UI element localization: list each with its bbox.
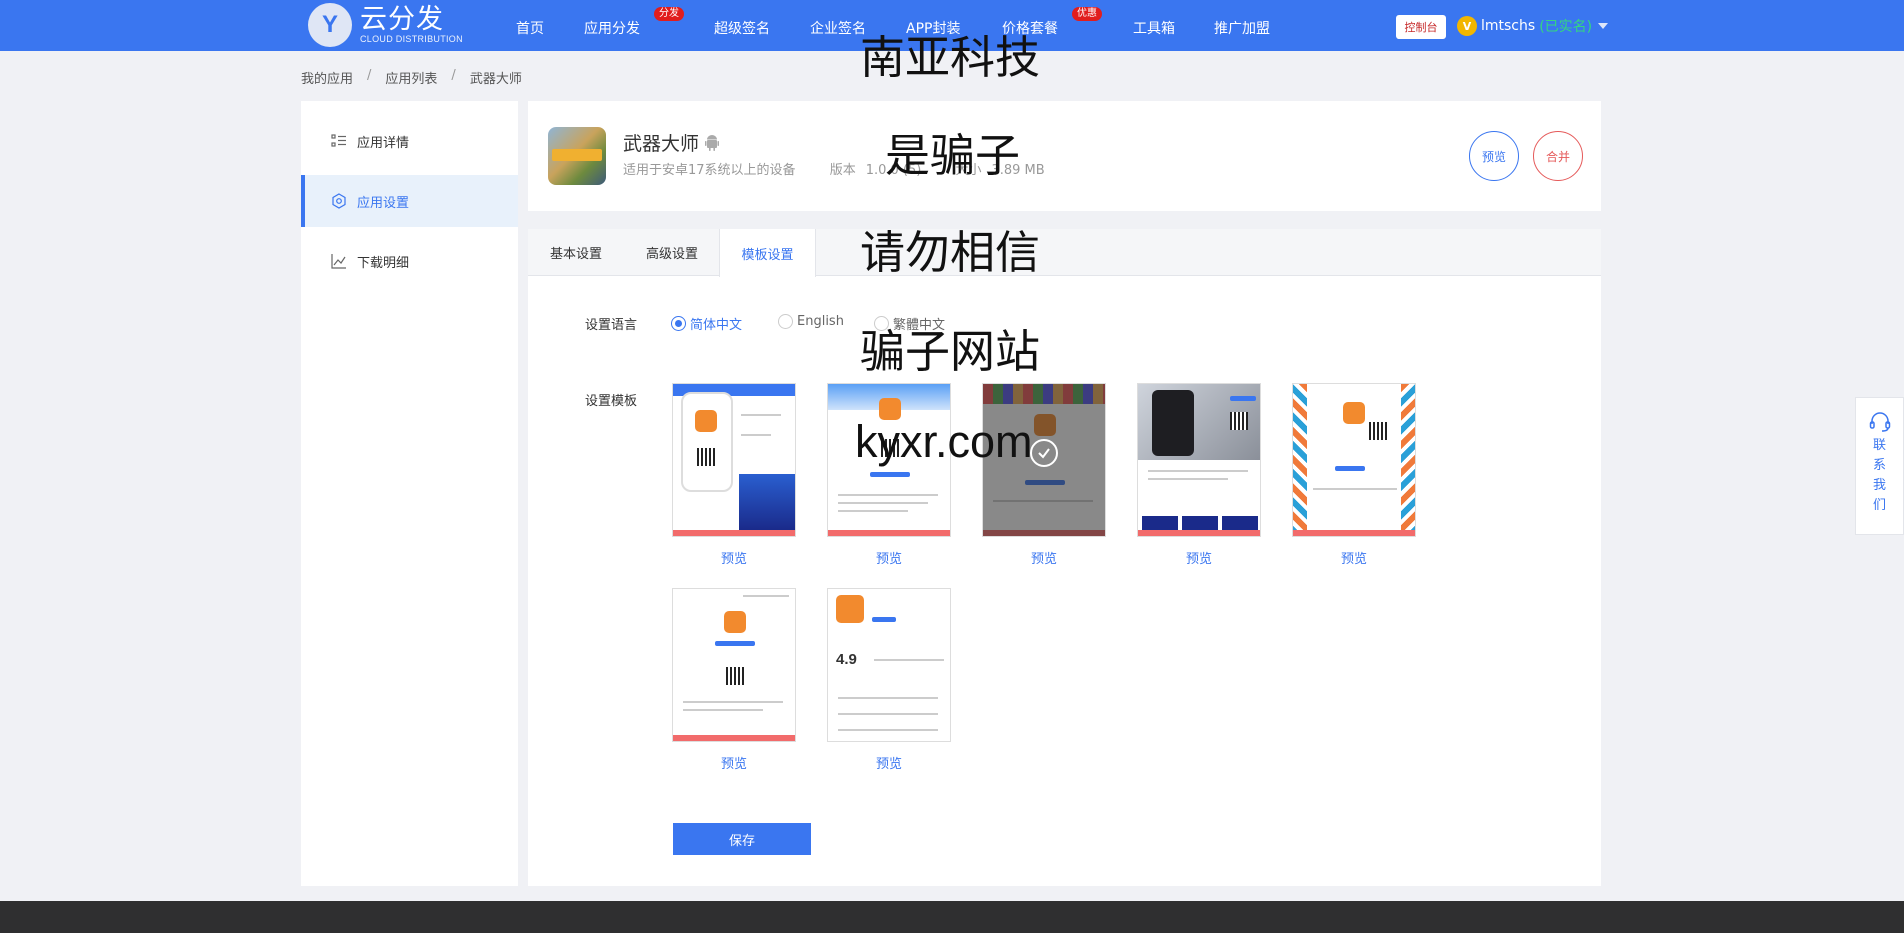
breadcrumb-app-list[interactable]: 应用列表 [385, 68, 437, 87]
radio-simplified-chinese[interactable]: 简体中文 [671, 314, 742, 333]
logo[interactable]: Y 云分发 CLOUD DISTRIBUTION [308, 2, 463, 48]
logo-subtitle: CLOUD DISTRIBUTION [360, 34, 463, 44]
template-preview-link-1[interactable]: 预览 [672, 548, 796, 567]
template-label: 设置模板 [585, 394, 638, 409]
headset-icon [1869, 412, 1890, 432]
watermark-line-3: 请勿相信 [860, 226, 1041, 279]
breadcrumb: 我的应用 / 应用列表 / 武器大师 [301, 68, 522, 87]
template-preview-link-6[interactable]: 预览 [672, 753, 796, 772]
radio-english[interactable]: English [778, 314, 844, 329]
settings-tabs: 基本设置 高级设置 模板设置 [528, 229, 1601, 277]
app-icon [548, 127, 606, 185]
nav-affiliate[interactable]: 推广加盟 [1214, 18, 1270, 38]
version-label: 版本 [829, 163, 856, 178]
template-thumb-4[interactable] [1137, 383, 1261, 537]
nav-home[interactable]: 首页 [516, 18, 544, 38]
settings-panel: 基本设置 高级设置 模板设置 设置语言 简体中文 English 繁體中文 设置… [528, 229, 1601, 886]
selected-check-icon [1030, 439, 1058, 467]
chart-icon [331, 253, 347, 269]
watermark-line-5: kyxr.com [855, 416, 1033, 467]
save-button[interactable]: 保存 [673, 823, 811, 855]
breadcrumb-current: 武器大师 [469, 72, 522, 87]
preview-button[interactable]: 预览 [1469, 131, 1519, 181]
tab-basic-settings[interactable]: 基本设置 [528, 229, 624, 276]
verified-status: (已实名) [1539, 19, 1593, 35]
console-button[interactable]: 控制台 [1396, 15, 1446, 39]
template-thumb-1[interactable] [672, 383, 796, 537]
username: lmtschs [1481, 18, 1536, 34]
app-name: 武器大师 [623, 133, 700, 155]
user-menu[interactable]: V lmtschs (已实名) [1457, 16, 1609, 36]
merge-button[interactable]: 合并 [1533, 131, 1583, 181]
watermark-line-1: 南亚科技 [860, 31, 1041, 84]
watermark-line-4: 骗子网站 [860, 325, 1041, 378]
nav-badge-distribution: 分发 [654, 7, 684, 21]
template-thumb-5[interactable] [1292, 383, 1416, 537]
nav-enterprise-signature[interactable]: 企业签名 [810, 18, 866, 38]
nav-badge-pricing: 优惠 [1072, 7, 1102, 21]
app-compat: 适用于安卓17系统以上的设备 [623, 163, 796, 178]
nav-app-distribution[interactable]: 应用分发 [584, 18, 640, 38]
template-thumb-6[interactable] [672, 588, 796, 742]
contact-us-widget[interactable]: 联系我们 [1855, 397, 1904, 535]
watermark-line-2: 是骗子 [885, 129, 1021, 182]
sidebar: 应用详情 应用设置 下载明细 [301, 101, 518, 886]
template-preview-link-4[interactable]: 预览 [1137, 548, 1261, 567]
sidebar-item-app-settings[interactable]: 应用设置 [301, 175, 518, 227]
template-thumb-7[interactable]: 4.9 [827, 588, 951, 742]
template-preview-link-2[interactable]: 预览 [827, 548, 951, 567]
template-preview-link-3[interactable]: 预览 [982, 548, 1106, 567]
tab-advanced-settings[interactable]: 高级设置 [624, 229, 720, 276]
app-info-card: 武器大师 适用于安卓17系统以上的设备 版本 1.0.0 (5) 大小 3.89 M… [528, 101, 1601, 211]
template-preview-link-5[interactable]: 预览 [1292, 548, 1416, 567]
chevron-down-icon [1598, 23, 1609, 29]
breadcrumb-my-apps[interactable]: 我的应用 [301, 68, 353, 87]
vip-badge: V [1457, 16, 1477, 36]
sidebar-item-download-details[interactable]: 下载明细 [301, 235, 518, 287]
tab-template-settings[interactable]: 模板设置 [719, 229, 816, 277]
language-label: 设置语言 [585, 318, 638, 333]
logo-title: 云分发 [360, 4, 444, 35]
nav-toolbox[interactable]: 工具箱 [1133, 18, 1175, 38]
template-preview-link-7[interactable]: 预览 [827, 753, 951, 772]
contact-us-label: 联系我们 [1872, 438, 1886, 513]
gear-icon [331, 193, 347, 209]
footer-bar [0, 901, 1904, 933]
sidebar-item-app-details[interactable]: 应用详情 [301, 115, 518, 167]
android-icon [705, 134, 720, 151]
list-icon [331, 133, 347, 149]
logo-mark: Y [308, 3, 352, 47]
nav-super-signature[interactable]: 超级签名 [714, 18, 770, 38]
